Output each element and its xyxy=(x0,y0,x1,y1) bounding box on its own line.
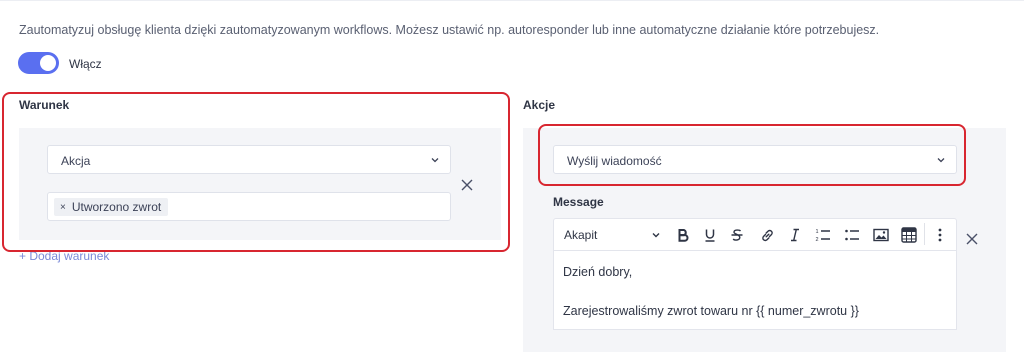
message-editor[interactable]: Dzień dobry, Zarejestrowaliśmy zwrot tow… xyxy=(553,251,957,330)
table-icon[interactable] xyxy=(900,226,918,244)
toolbar-divider xyxy=(924,223,925,245)
description-text: Zautomatyzuj obsługę klienta dzięki zaut… xyxy=(19,23,880,37)
enable-toggle[interactable] xyxy=(18,52,59,74)
editor-toolbar: Akapit 12 xyxy=(553,218,957,251)
italic-icon[interactable] xyxy=(786,226,804,244)
top-divider xyxy=(0,0,1024,1)
chevron-down-icon xyxy=(937,158,945,163)
paragraph-style-select[interactable]: Akapit xyxy=(564,228,597,242)
toggle-label: Włącz xyxy=(69,57,102,71)
tag-remove-icon[interactable]: × xyxy=(60,202,66,213)
link-icon[interactable] xyxy=(758,226,776,244)
action-select-value: Wyślij wiadomość xyxy=(567,154,662,168)
remove-action-icon[interactable] xyxy=(965,232,979,246)
toggle-knob xyxy=(40,55,56,71)
bold-icon[interactable] xyxy=(674,226,692,244)
actions-title: Akcje xyxy=(523,98,556,112)
editor-line: Dzień dobry, xyxy=(563,265,633,279)
condition-tag: × Utworzono zwrot xyxy=(54,198,169,216)
editor-line: Zarejestrowaliśmy zwrot towaru nr {{ num… xyxy=(563,304,859,318)
svg-text:2: 2 xyxy=(816,237,819,243)
action-select[interactable]: Wyślij wiadomość xyxy=(553,145,957,174)
remove-condition-icon[interactable] xyxy=(460,178,474,192)
add-condition-link[interactable]: + Dodaj warunek xyxy=(19,249,109,263)
strikethrough-icon[interactable] xyxy=(728,226,746,244)
chevron-down-icon xyxy=(431,158,439,163)
message-label: Message xyxy=(553,195,604,209)
condition-select-value: Akcja xyxy=(61,154,91,168)
ordered-list-icon[interactable]: 12 xyxy=(814,226,832,244)
chevron-down-icon[interactable] xyxy=(651,230,661,240)
more-icon[interactable] xyxy=(931,226,949,244)
image-icon[interactable] xyxy=(872,226,890,244)
condition-title: Warunek xyxy=(19,98,70,112)
condition-select[interactable]: Akcja xyxy=(47,145,451,174)
svg-text:1: 1 xyxy=(816,229,819,235)
tag-label: Utworzono zwrot xyxy=(71,200,162,214)
condition-tag-input[interactable]: × Utworzono zwrot xyxy=(47,192,451,221)
underline-icon[interactable] xyxy=(701,226,719,244)
bullet-list-icon[interactable] xyxy=(843,226,861,244)
